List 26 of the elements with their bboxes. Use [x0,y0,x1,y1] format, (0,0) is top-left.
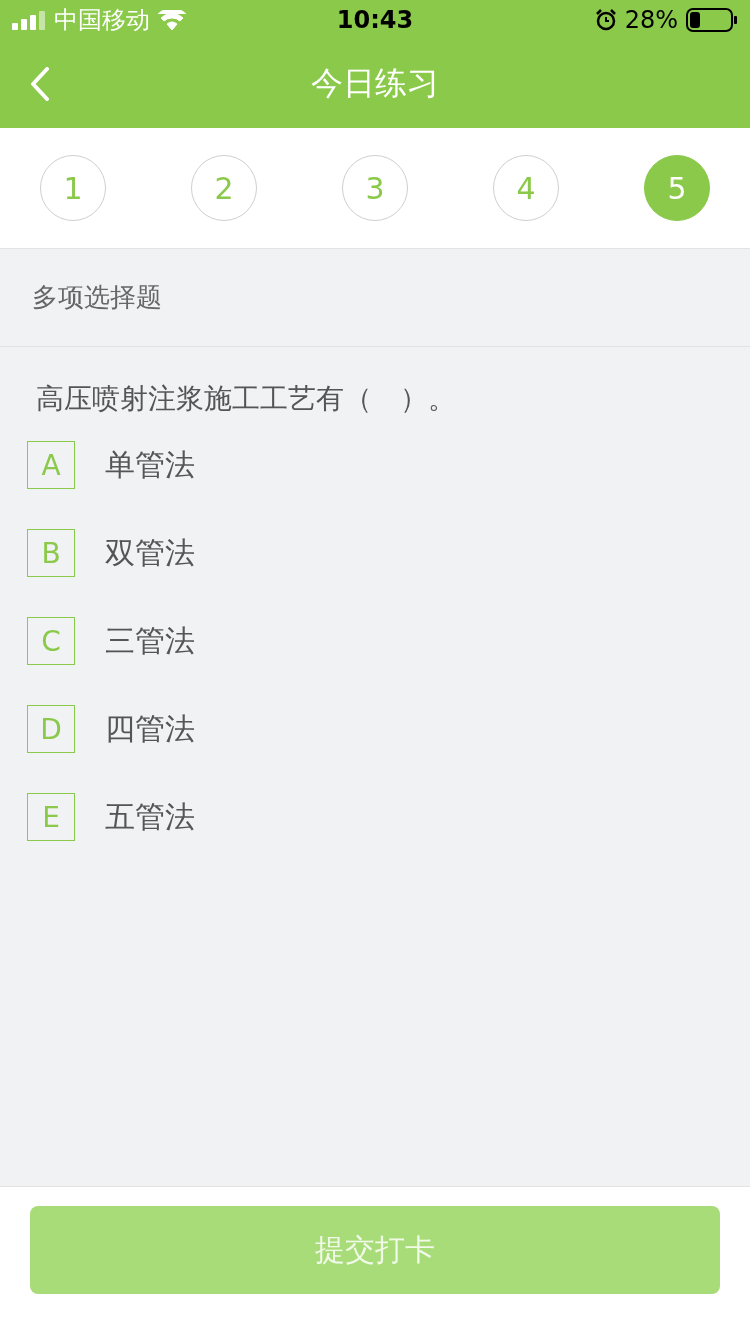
question-number-button[interactable]: 3 [342,155,408,221]
question-number-button[interactable]: 4 [493,155,559,221]
option-text[interactable]: 四管法 [105,708,195,750]
battery-percent: 28% [624,6,678,34]
back-icon[interactable] [30,67,50,101]
status-time: 10:43 [336,6,414,34]
signal-icon [12,10,46,30]
option-letter-box[interactable]: C [27,617,75,665]
question-number-button[interactable]: 2 [191,155,257,221]
option-text[interactable]: 双管法 [105,532,195,574]
option-text[interactable]: 三管法 [105,620,195,662]
option-letter-box[interactable]: D [27,705,75,753]
page-title: 今日练习 [311,63,439,104]
question-type: 多项选择题 [32,281,162,314]
option-letter-box[interactable]: A [27,441,75,489]
question-number-button[interactable]: 1 [40,155,106,221]
wifi-icon [158,10,186,30]
option-letter-box[interactable]: B [27,529,75,577]
alarm-icon [594,9,617,31]
question-number-button[interactable]: 5 [644,155,710,221]
battery-icon [686,8,738,32]
option-text[interactable]: 单管法 [105,444,195,486]
option-text[interactable]: 五管法 [105,796,195,838]
carrier-name: 中国移动 [54,5,150,36]
question-text: 高压喷射注浆施工工艺有（ ）。 [35,381,457,417]
option-letter-box[interactable]: E [27,793,75,841]
